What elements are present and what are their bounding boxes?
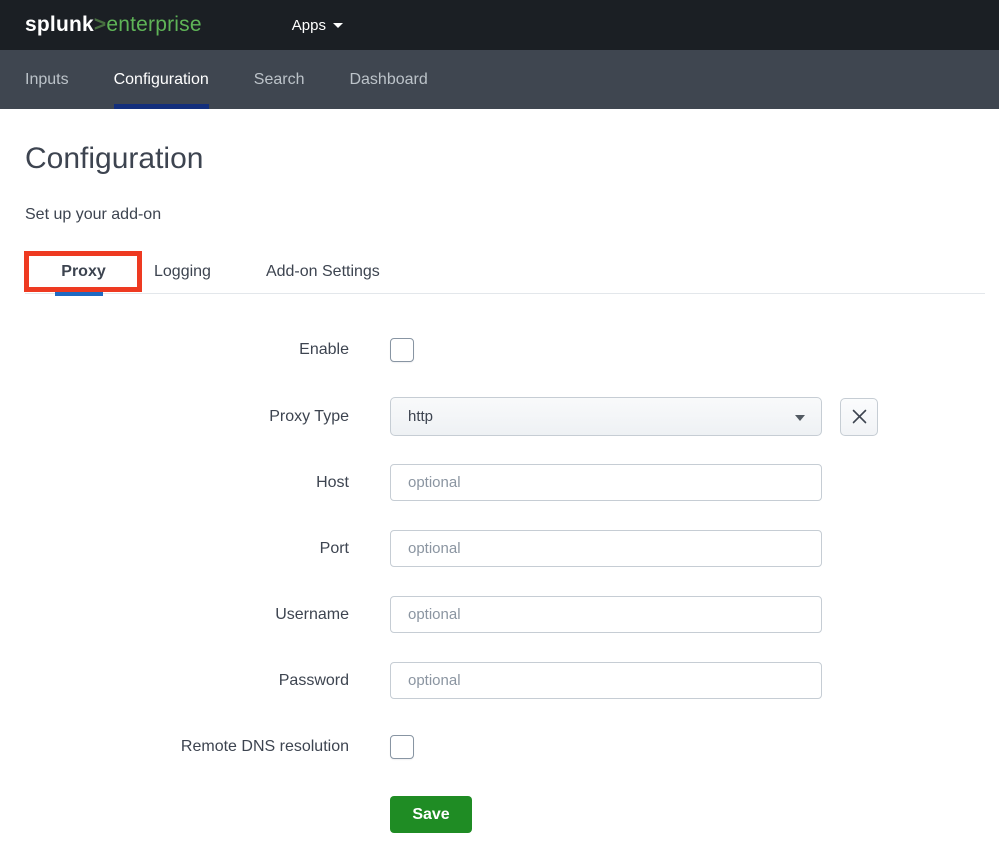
page-subtitle: Set up your add-on: [25, 206, 162, 223]
proxy-type-selected-value: http: [408, 408, 434, 425]
form-row-port: Port: [25, 530, 985, 567]
form-row-enable: Enable: [25, 338, 985, 362]
proxy-type-select[interactable]: http: [390, 397, 822, 436]
nav-item-inputs[interactable]: Inputs: [25, 50, 69, 109]
enable-label: Enable: [299, 341, 349, 358]
port-input[interactable]: [390, 530, 822, 567]
app-nav-bar: Inputs Configuration Search Dashboard: [0, 50, 999, 109]
clear-selection-button[interactable]: [840, 397, 878, 436]
form-actions: Save: [390, 796, 985, 833]
host-input[interactable]: [390, 464, 822, 501]
nav-item-dashboard[interactable]: Dashboard: [349, 50, 427, 109]
form-row-remote-dns: Remote DNS resolution: [25, 735, 985, 759]
logo-product-text: enterprise: [106, 13, 202, 36]
proxy-type-label: Proxy Type: [269, 407, 349, 425]
save-button[interactable]: Save: [390, 796, 472, 833]
form-row-host: Host: [25, 464, 985, 501]
tab-addon-settings[interactable]: Add-on Settings: [266, 263, 380, 293]
form-row-proxy-type: Proxy Type http: [25, 397, 985, 436]
caret-down-icon: [332, 22, 343, 28]
active-nav-indicator: [113, 104, 209, 109]
proxy-settings-form: Enable Proxy Type http Host optional Por…: [25, 338, 985, 833]
nav-item-configuration[interactable]: Configuration: [113, 50, 209, 109]
username-input[interactable]: [390, 596, 822, 633]
logo-brand-text: splunk: [25, 13, 94, 36]
form-row-password: Password: [25, 662, 985, 699]
enable-checkbox[interactable]: [390, 338, 414, 362]
apps-menu-label: Apps: [291, 16, 326, 34]
tab-proxy[interactable]: Proxy: [25, 263, 142, 293]
username-label: Username: [275, 605, 349, 623]
page-title: Configuration: [25, 142, 204, 175]
close-icon: [852, 409, 866, 424]
port-label: Port: [319, 539, 349, 557]
logo-caret-glyph: >: [93, 13, 107, 36]
top-app-bar: splunk>enterprise Apps: [0, 0, 999, 50]
configuration-tabs: Proxy Logging Add-on Settings: [24, 251, 985, 296]
caret-down-icon: [795, 415, 805, 421]
splunk-enterprise-logo[interactable]: splunk>enterprise: [25, 13, 202, 37]
active-tab-indicator: [55, 292, 103, 296]
host-label: Host: [316, 473, 349, 491]
nav-item-label: Dashboard: [349, 70, 428, 88]
password-label: Password: [278, 671, 349, 689]
apps-menu-button[interactable]: Apps: [292, 17, 343, 34]
form-row-username: Username: [25, 596, 985, 633]
configuration-page: Configuration Set up your add-on Proxy L…: [0, 142, 999, 833]
nav-item-label: Configuration: [113, 70, 209, 88]
nav-item-label: Search: [253, 70, 305, 88]
nav-item-label: Inputs: [25, 70, 69, 88]
tab-logging[interactable]: Logging: [154, 263, 211, 293]
remote-dns-checkbox[interactable]: [390, 735, 414, 759]
remote-dns-label: Remote DNS resolution: [180, 738, 349, 755]
nav-item-search[interactable]: Search: [254, 50, 305, 109]
password-input[interactable]: [390, 662, 822, 699]
